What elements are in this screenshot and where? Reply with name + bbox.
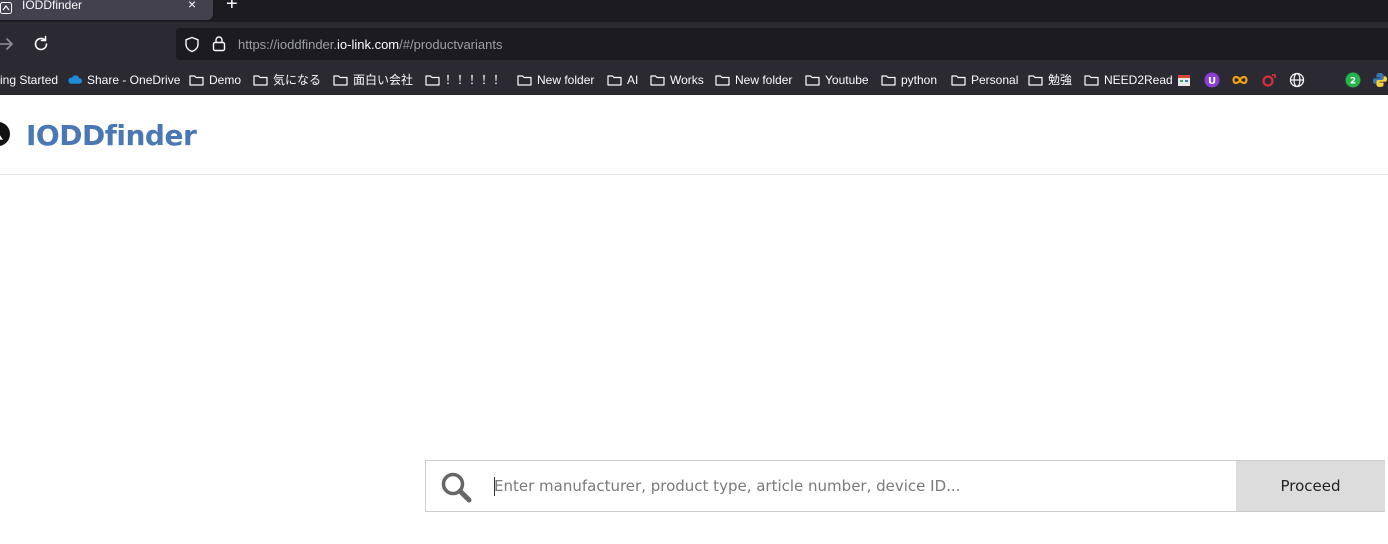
bookmark-folder-python[interactable]: python [881, 72, 937, 88]
tab-ioddfinder[interactable]: IODDfinder × [0, 0, 213, 20]
bookmarks-toolbar: ing Started Share - OneDrive Demo 気になる 面… [0, 66, 1388, 95]
bookmark-label: New folder [537, 73, 595, 87]
bookmark-label: 面白い会社 [353, 73, 414, 87]
close-tab-icon[interactable]: × [188, 0, 196, 11]
bookmark-folder-need2read[interactable]: NEED2Read [1084, 72, 1173, 88]
onedrive-cloud-icon [68, 75, 82, 84]
proceed-button[interactable]: Proceed [1236, 461, 1385, 511]
site-title[interactable]: IODDfinder [26, 119, 197, 152]
bookmark-label: Share - OneDrive [87, 73, 181, 87]
bookmark-folder-omoshiroi-kaisha[interactable]: 面白い会社 [333, 72, 413, 88]
bookmark-folder-youtube[interactable]: Youtube [805, 72, 869, 88]
page-content: IODDfinder Proceed [0, 95, 1388, 544]
bookmark-folder-personal[interactable]: Personal [951, 72, 1018, 88]
tab-strip: IODDfinder × + [0, 0, 1388, 22]
navigation-toolbar: https://ioddfinder.io-link.com/#/product… [0, 22, 1388, 66]
tracking-protection-shield-icon[interactable] [184, 36, 200, 53]
url-path: /#/productvariants [399, 37, 503, 52]
bookmark-folder-exclamations[interactable]: ！！！！！ [425, 72, 505, 88]
bookmark-folder-new-folder[interactable]: New folder [517, 72, 594, 88]
bookmark-label: ing Started [0, 73, 59, 87]
globe-icon[interactable] [1289, 72, 1305, 88]
new-tab-icon[interactable]: + [226, 0, 238, 14]
folder-icon [650, 75, 665, 86]
chat-badge-count: 2 [1350, 77, 1356, 87]
reload-icon[interactable] [31, 34, 51, 54]
site-favicon-icon [0, 2, 12, 14]
product-search-bar: Proceed [425, 460, 1385, 512]
bookmark-label: New folder [735, 73, 793, 87]
bookmark-label: Youtube [825, 73, 869, 87]
infinity-icon[interactable] [1232, 72, 1248, 88]
tab-title: IODDfinder [22, 0, 83, 12]
folder-icon [951, 75, 966, 86]
bookmark-label: 気になる [273, 73, 322, 87]
url-domain: io-link.com [337, 37, 400, 52]
bookmark-onedrive[interactable]: Share - OneDrive [67, 72, 180, 88]
folder-icon [1028, 75, 1043, 86]
folder-icon [1084, 75, 1099, 86]
text-caret [494, 477, 495, 496]
bookmark-label: NEED2Read [1104, 73, 1173, 87]
folder-icon [189, 75, 204, 86]
bookmark-label: ！！！！！ [445, 73, 506, 87]
site-header: IODDfinder [0, 95, 1388, 175]
bookmark-folder-works[interactable]: Works [650, 72, 704, 88]
lock-icon[interactable] [212, 35, 226, 52]
address-bar[interactable]: https://ioddfinder.io-link.com/#/product… [176, 28, 1388, 60]
forward-arrow-icon[interactable] [0, 33, 16, 55]
chat-badge-icon[interactable]: 2 [1345, 72, 1361, 88]
folder-icon [715, 75, 730, 86]
bookmark-label: Personal [971, 73, 1019, 87]
bookmark-folder-benkyou[interactable]: 勉強 [1028, 72, 1072, 88]
o-red-icon[interactable] [1261, 72, 1277, 88]
bookmark-label: Demo [209, 73, 242, 87]
folder-icon [607, 75, 622, 86]
search-icon [441, 472, 472, 503]
ioddfinder-logo-icon[interactable] [0, 119, 10, 149]
folder-icon [517, 75, 532, 86]
bookmark-folder-demo[interactable]: Demo [189, 72, 241, 88]
folder-icon [805, 75, 820, 86]
python-icon[interactable] [1372, 72, 1388, 88]
calendar-icon[interactable] [1176, 72, 1192, 88]
u-purple-icon[interactable]: U [1204, 72, 1220, 88]
bookmark-label: Works [670, 73, 704, 87]
folder-icon [425, 75, 440, 86]
svg-text:U: U [1208, 76, 1216, 87]
bookmark-folder-kininaru[interactable]: 気になる [253, 72, 321, 88]
bookmark-folder-ai[interactable]: AI [607, 72, 638, 88]
url-prefix: https://ioddfinder. [238, 37, 338, 52]
bookmark-label: AI [627, 73, 639, 87]
bookmark-folder-new-folder-2[interactable]: New folder [715, 72, 792, 88]
folder-icon [881, 75, 896, 86]
bookmark-label: 勉強 [1048, 73, 1073, 87]
bookmark-label: python [901, 73, 938, 87]
search-input[interactable] [494, 461, 1234, 511]
url-text: https://ioddfinder.io-link.com/#/product… [238, 37, 502, 52]
bookmark-getting-started[interactable]: ing Started [0, 72, 58, 88]
folder-icon [253, 75, 268, 86]
folder-icon [333, 75, 348, 86]
